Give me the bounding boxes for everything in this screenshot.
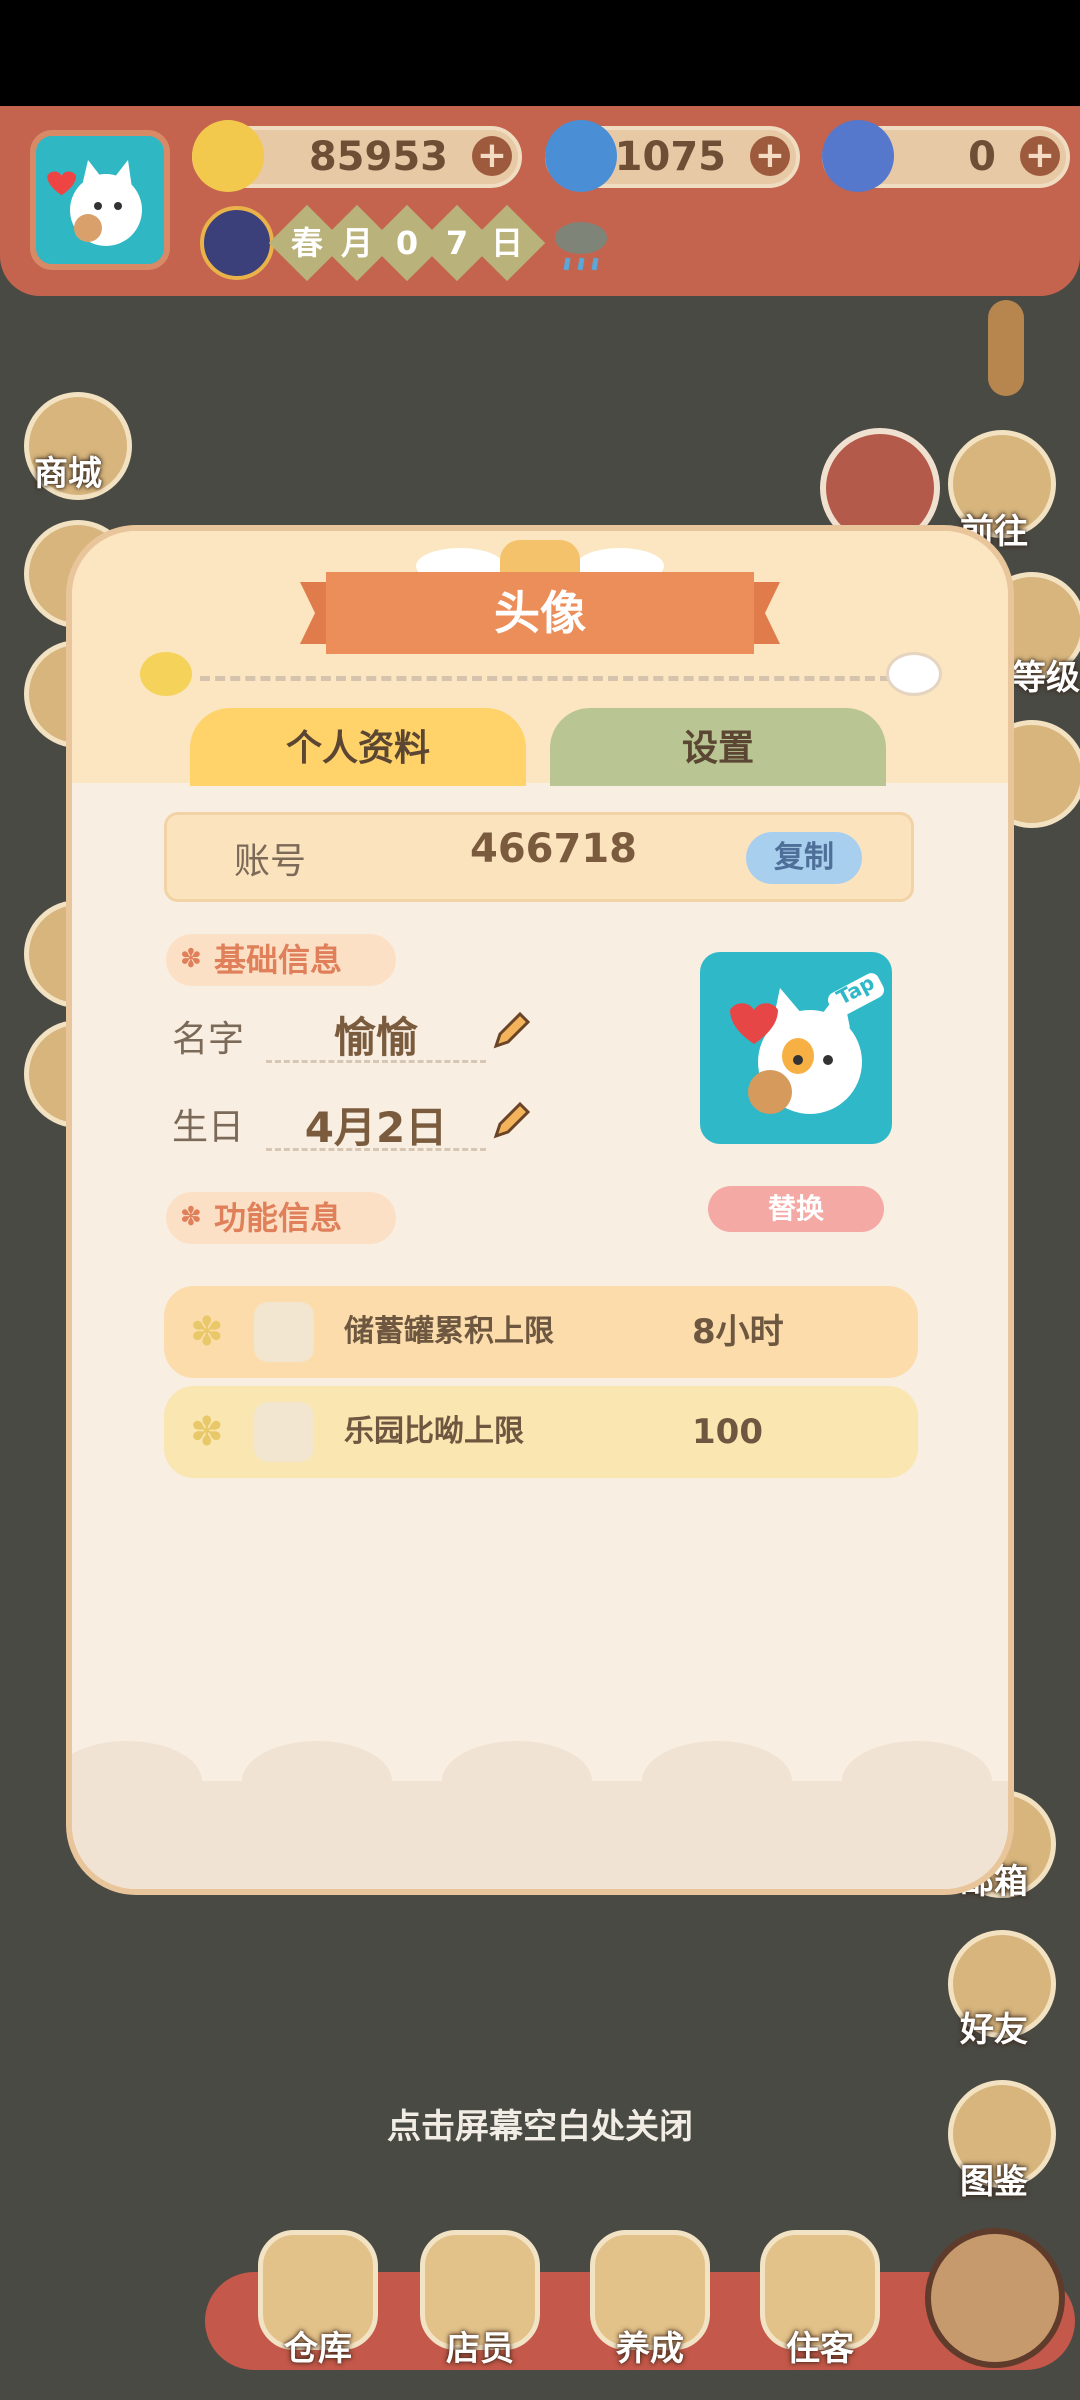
tab-profile[interactable]: 个人资料 <box>190 708 526 786</box>
piggy-bank-icon <box>254 1302 314 1362</box>
nav-label: 店员 <box>446 2329 514 2369</box>
edit-name-pencil-icon[interactable] <box>488 1006 536 1054</box>
add-blue-banana-button[interactable]: + <box>1020 136 1060 176</box>
clover-icon: ✽ <box>180 1202 202 1232</box>
nav-staff[interactable]: 店员 <box>410 2220 550 2370</box>
nav-guests[interactable]: 住客 <box>750 2220 890 2370</box>
yarn-ball-button[interactable] <box>925 2228 1065 2368</box>
nav-cultivate[interactable]: 养成 <box>580 2220 720 2370</box>
clover-icon: ✽ <box>190 1309 224 1355</box>
clover-icon: ✽ <box>180 944 202 974</box>
account-label: 账号 <box>234 841 307 882</box>
close-hint[interactable]: 点击屏幕空白处关闭 <box>240 2092 840 2162</box>
collection-label: 图鉴 <box>960 2162 1028 2202</box>
birthday-label: 生日 <box>172 1107 245 1148</box>
blue-banana-icon <box>822 120 894 192</box>
nav-label: 养成 <box>616 2329 684 2369</box>
name-value: 愉愉 <box>333 1013 418 1062</box>
chick-icon <box>140 652 192 696</box>
feature-value: 100 <box>692 1412 763 1452</box>
feature-row-piggy: ✽ 储蓄罐累积上限 8小时 <box>164 1286 918 1378</box>
blue-banana-currency: 0 + <box>822 120 1070 192</box>
banana-currency: 85953 + <box>192 120 522 192</box>
date-char: 日 <box>490 224 523 262</box>
header-divider <box>200 676 890 681</box>
name-underline <box>266 1060 486 1063</box>
player-avatar-button[interactable] <box>30 130 170 270</box>
cat-avatar-icon <box>47 160 142 246</box>
avatar-preview: Tap <box>700 952 892 1144</box>
rain-cloud-icon <box>548 212 614 278</box>
nav-label: 仓库 <box>284 2329 352 2369</box>
cat-face-icon <box>886 652 942 696</box>
copy-button[interactable]: 复制 <box>746 832 862 884</box>
shop-label: 商城 <box>34 454 102 494</box>
account-id: 466718 <box>470 826 637 872</box>
blue-banana-amount: 0 <box>968 134 996 180</box>
birthday-underline <box>266 1148 486 1151</box>
birthday-value: 4月2日 <box>304 1103 448 1152</box>
feature-label: 储蓄罐累积上限 <box>344 1314 554 1349</box>
feature-value: 8小时 <box>692 1312 784 1352</box>
add-flame-button[interactable]: + <box>750 136 790 176</box>
level-label: 等级 <box>1012 658 1080 698</box>
replace-avatar-button[interactable]: 替换 <box>708 1186 884 1232</box>
flame-amount: 1075 <box>614 134 726 180</box>
feature-label: 乐园比呦上限 <box>344 1414 524 1449</box>
dialog-footer-wave <box>72 1741 1008 1889</box>
dialog-title: 头像 <box>494 586 586 640</box>
banana-amount: 85953 <box>308 134 448 180</box>
nav-label: 住客 <box>786 2329 854 2369</box>
clover-icon: ✽ <box>190 1409 224 1455</box>
banana-icon <box>192 120 264 192</box>
name-label: 名字 <box>172 1019 245 1060</box>
edit-birthday-pencil-icon[interactable] <box>488 1096 536 1144</box>
date-display: 春 月 0 7 日 <box>200 204 546 282</box>
nav-warehouse[interactable]: 仓库 <box>248 2220 388 2370</box>
add-banana-button[interactable]: + <box>472 136 512 176</box>
friends-label: 好友 <box>960 2010 1028 2050</box>
tab-settings[interactable]: 设置 <box>550 708 886 786</box>
feature-row-park: ✽ 乐园比呦上限 100 <box>164 1386 918 1478</box>
blue-flame-icon <box>545 120 617 192</box>
hanging-ornament <box>988 300 1024 396</box>
status-bar <box>0 0 1080 106</box>
flame-currency: 1075 + <box>545 120 800 192</box>
pets-icon <box>254 1402 314 1462</box>
